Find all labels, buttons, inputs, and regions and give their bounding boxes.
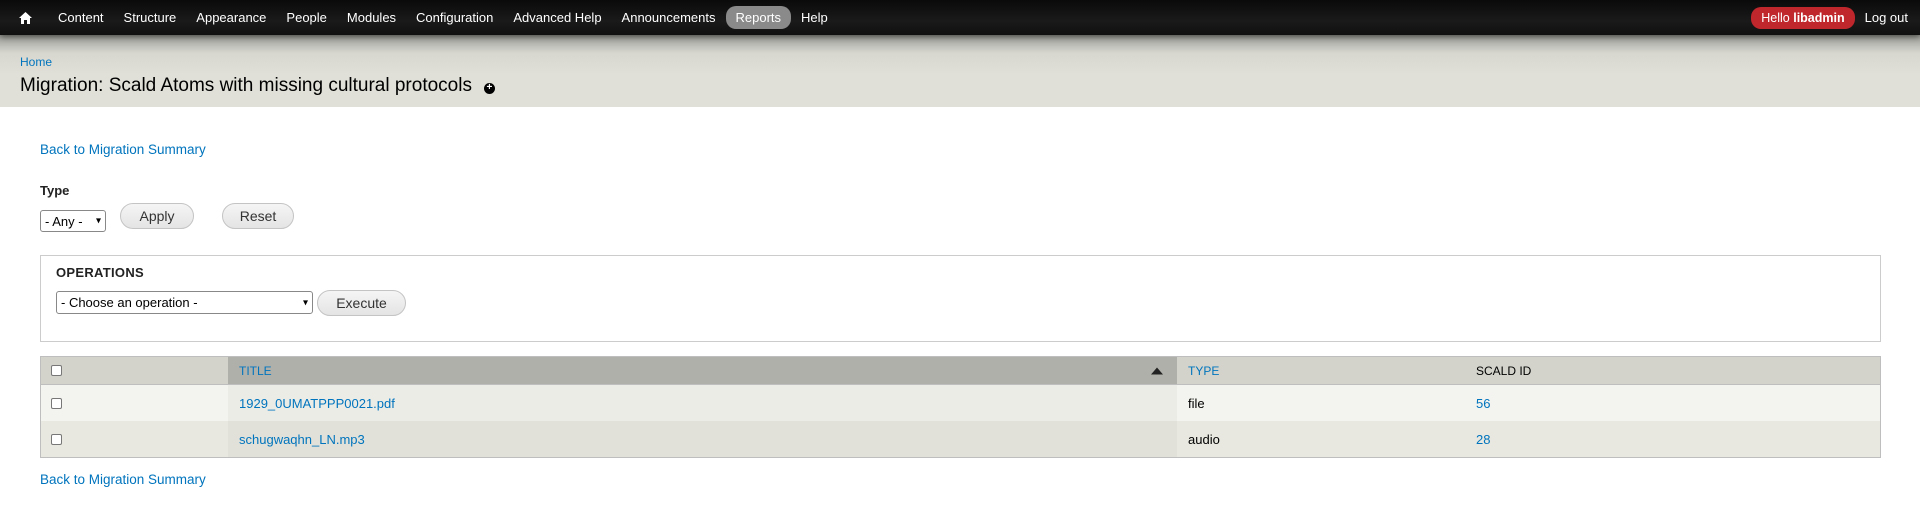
column-header-title[interactable]: TITLE (228, 357, 1177, 384)
scald-id-link[interactable]: 28 (1476, 432, 1490, 447)
toolbar-item-modules[interactable]: Modules (337, 6, 406, 29)
greeting-username: libadmin (1793, 10, 1845, 25)
chevron-down-icon: ▾ (302, 297, 308, 308)
apply-button[interactable]: Apply (120, 203, 194, 229)
toolbar-item-reports[interactable]: Reports (725, 6, 792, 29)
add-shortcut-icon[interactable]: + (483, 82, 495, 94)
toolbar-item-announcements[interactable]: Announcements (612, 6, 726, 29)
type-filter-label: Type (40, 183, 70, 198)
user-greeting[interactable]: Hello libadmin (1751, 6, 1855, 29)
title-cell: schugwaqhn_LN.mp3 (228, 421, 1177, 457)
row-checkbox[interactable] (51, 397, 62, 409)
toolbar-item-advanced-help[interactable]: Advanced Help (503, 6, 611, 29)
toolbar-menu: Content Structure Appearance People Modu… (16, 0, 838, 35)
logout-link[interactable]: Log out (1865, 10, 1908, 25)
chevron-down-icon: ▾ (95, 215, 101, 227)
results-table: TITLE TYPE SCALD ID 1929_0UMATPPP0021.pd… (40, 356, 1881, 458)
reset-button[interactable]: Reset (222, 203, 294, 229)
type-cell: file (1188, 395, 1205, 411)
page-title: Migration: Scald Atoms with missing cult… (20, 75, 472, 96)
sort-ascending-icon (1151, 367, 1163, 374)
operation-select[interactable]: - Choose an operation - ▾ (56, 291, 313, 314)
breadcrumb-home[interactable]: Home (20, 55, 52, 69)
column-header-title-link[interactable]: TITLE (239, 364, 272, 378)
row-select-cell (41, 421, 228, 457)
operations-legend: OPERATIONS (56, 265, 144, 280)
table-row: 1929_0UMATPPP0021.pdf file 56 (41, 385, 1880, 421)
type-filter-select[interactable]: - Any - ▾ (40, 210, 106, 232)
title-link[interactable]: schugwaqhn_LN.mp3 (239, 432, 365, 447)
toolbar-item-structure[interactable]: Structure (114, 6, 187, 29)
page-header: Home Migration: Scald Atoms with missing… (0, 35, 1920, 107)
back-to-summary-link-top[interactable]: Back to Migration Summary (40, 142, 206, 157)
table-header-row: TITLE TYPE SCALD ID (41, 357, 1880, 385)
toolbar-user-area: Hello libadmin Log out (1751, 0, 1908, 35)
page-title-wrap: Migration: Scald Atoms with missing cult… (20, 75, 495, 97)
scald-id-link[interactable]: 56 (1476, 396, 1490, 411)
column-header-scald-id: SCALD ID (1476, 363, 1532, 378)
toolbar-item-appearance[interactable]: Appearance (186, 6, 276, 29)
operation-select-value: - Choose an operation - (61, 295, 198, 310)
back-to-summary-link-bottom[interactable]: Back to Migration Summary (40, 472, 206, 487)
select-all-checkbox[interactable] (51, 365, 62, 376)
admin-toolbar: Content Structure Appearance People Modu… (0, 0, 1920, 35)
select-all-cell (41, 357, 228, 384)
title-link[interactable]: 1929_0UMATPPP0021.pdf (239, 396, 395, 411)
title-cell: 1929_0UMATPPP0021.pdf (228, 385, 1177, 421)
toolbar-item-content[interactable]: Content (48, 6, 114, 29)
execute-button[interactable]: Execute (317, 290, 406, 316)
row-checkbox[interactable] (51, 433, 62, 445)
column-header-type-link[interactable]: TYPE (1188, 364, 1219, 378)
type-cell: audio (1188, 431, 1220, 447)
scald-id-cell: 56 (1465, 385, 1880, 421)
type-filter-value: - Any - (45, 213, 83, 229)
operations-fieldset: OPERATIONS - Choose an operation - ▾ Exe… (40, 255, 1881, 342)
scald-id-cell: 28 (1465, 421, 1880, 457)
home-icon[interactable] (16, 9, 34, 27)
greeting-prefix: Hello (1761, 10, 1790, 25)
table-row: schugwaqhn_LN.mp3 audio 28 (41, 421, 1880, 457)
toolbar-item-configuration[interactable]: Configuration (406, 6, 503, 29)
row-select-cell (41, 385, 228, 421)
toolbar-item-people[interactable]: People (276, 6, 336, 29)
toolbar-item-help[interactable]: Help (791, 6, 838, 29)
column-header-type[interactable]: TYPE (1177, 357, 1465, 384)
